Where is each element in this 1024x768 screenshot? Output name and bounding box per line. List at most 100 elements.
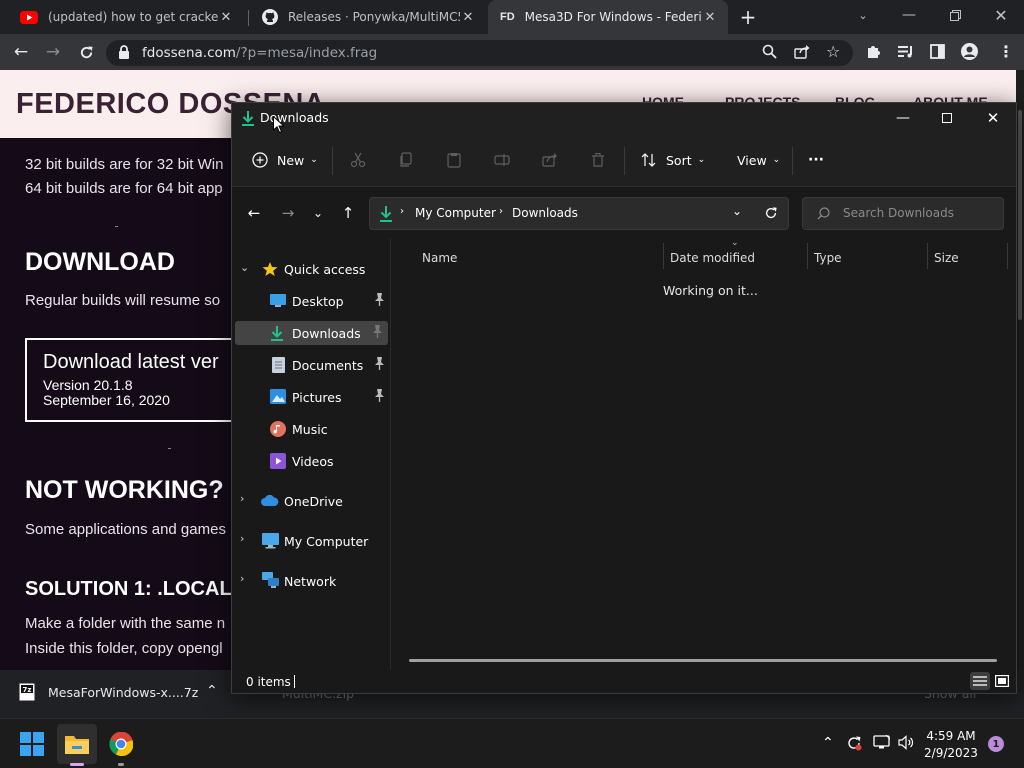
divider-dot xyxy=(168,448,171,449)
chevron-down-icon[interactable]: ⌄ xyxy=(240,261,249,274)
start-button[interactable] xyxy=(12,724,52,764)
restore-icon[interactable] xyxy=(932,0,978,30)
nav-music[interactable]: Music xyxy=(232,417,390,441)
nav-downloads[interactable]: Downloads xyxy=(235,321,388,345)
share-icon[interactable] xyxy=(794,44,810,59)
nav-videos[interactable]: Videos xyxy=(232,449,390,473)
chevron-up-icon[interactable]: ⌃ xyxy=(206,683,218,699)
column-header-date-modified[interactable]: Date modified xyxy=(670,247,755,269)
network-status-icon[interactable] xyxy=(873,735,890,750)
column-divider[interactable] xyxy=(663,243,664,269)
downloaded-file-name[interactable]: MesaForWindows-x....7z xyxy=(48,685,198,700)
column-divider[interactable] xyxy=(1007,243,1008,269)
nav-my-computer[interactable]: › My Computer xyxy=(232,529,390,553)
browser-tab-bar: (updated) how to get cracked mu ✕ Releas… xyxy=(0,0,1024,34)
nav-network[interactable]: › Network xyxy=(232,569,390,593)
close-icon[interactable]: ✕ xyxy=(460,10,476,25)
column-header-size[interactable]: Size xyxy=(934,247,959,269)
desktop-icon xyxy=(270,294,286,308)
tab-mesa3d[interactable]: FD Mesa3D For Windows - Federico ✕ xyxy=(488,0,728,34)
chevron-right-icon[interactable]: › xyxy=(240,492,244,505)
bookmark-star-icon[interactable]: ☆ xyxy=(826,42,840,61)
pictures-icon xyxy=(270,389,286,404)
more-menu-icon[interactable]: ⋮ xyxy=(998,42,1014,61)
pin-icon[interactable] xyxy=(374,357,385,370)
address-history-chevron-icon[interactable]: ⌄ xyxy=(732,204,742,218)
breadcrumb-my-computer[interactable]: My Computer xyxy=(415,206,496,220)
pin-icon[interactable] xyxy=(374,389,385,402)
forward-arrow-icon[interactable]: → xyxy=(276,203,300,223)
close-icon[interactable]: ✕ xyxy=(702,10,718,25)
cut-button[interactable] xyxy=(350,148,366,172)
clipboard-icon xyxy=(446,152,462,168)
nav-onedrive[interactable]: › OneDrive xyxy=(232,489,390,513)
share-button[interactable] xyxy=(542,148,558,172)
taskbar-chrome[interactable] xyxy=(101,724,141,764)
volume-icon[interactable] xyxy=(898,735,915,750)
pin-icon[interactable] xyxy=(374,293,385,306)
notification-badge[interactable]: 1 xyxy=(988,736,1004,752)
large-icons-view-button[interactable] xyxy=(992,672,1012,690)
column-divider[interactable] xyxy=(807,243,808,269)
delete-button[interactable] xyxy=(590,148,606,172)
horizontal-scrollbar[interactable] xyxy=(409,659,997,662)
refresh-icon[interactable] xyxy=(764,206,778,220)
maximize-icon[interactable] xyxy=(924,103,970,133)
tab-github[interactable]: Releases · Ponywka/MultiMC5-wi ✕ xyxy=(250,0,486,34)
tray-overflow-chevron-icon[interactable]: ⌃ xyxy=(822,735,834,751)
view-button[interactable]: View ⌄ xyxy=(737,148,780,172)
reload-icon[interactable] xyxy=(75,42,97,62)
close-window-icon[interactable]: ✕ xyxy=(978,0,1024,30)
download-latest-button[interactable]: Download latest ver Version 20.1.8 Septe… xyxy=(25,338,265,422)
sync-icon[interactable] xyxy=(846,735,862,751)
back-arrow-icon[interactable]: ← xyxy=(10,42,32,62)
tab-youtube[interactable]: (updated) how to get cracked mu ✕ xyxy=(8,0,244,34)
explorer-title-bar[interactable]: Downloads — ✕ xyxy=(232,103,1016,133)
chevron-right-icon[interactable]: › xyxy=(240,572,244,585)
file-list-pane: Name ⌄ Date modified Type Size Working o… xyxy=(391,238,1016,669)
new-button[interactable]: New ⌄ xyxy=(252,148,318,172)
back-arrow-icon[interactable]: ← xyxy=(242,203,266,223)
nav-pictures[interactable]: Pictures xyxy=(232,385,390,409)
page-scrollbar-thumb[interactable] xyxy=(1018,110,1022,320)
extensions-puzzle-icon[interactable] xyxy=(866,44,881,59)
close-icon[interactable]: ✕ xyxy=(218,10,234,25)
search-box[interactable] xyxy=(802,197,1004,230)
sort-button[interactable]: Sort ⌄ xyxy=(641,148,705,172)
text-32bit: 32 bit builds are for 32 bit Win xyxy=(25,156,224,173)
new-tab-button[interactable]: + xyxy=(737,5,759,29)
details-view-button[interactable] xyxy=(970,672,990,690)
up-arrow-icon[interactable]: ↑ xyxy=(336,203,360,223)
breadcrumb-downloads[interactable]: Downloads xyxy=(512,206,578,220)
clock-date: 2/9/2023 xyxy=(924,746,978,760)
chevron-right-icon[interactable]: › xyxy=(240,532,244,545)
search-input[interactable] xyxy=(843,206,993,220)
url-text[interactable]: fdossena.com/?p=mesa/index.frag xyxy=(142,45,377,61)
taskbar-file-explorer[interactable] xyxy=(57,724,97,764)
nav-quick-access[interactable]: ⌄ Quick access xyxy=(232,257,390,281)
minimize-icon[interactable]: — xyxy=(880,103,926,133)
nav-desktop[interactable]: Desktop xyxy=(232,289,390,313)
paste-button[interactable] xyxy=(446,148,462,172)
pin-icon[interactable] xyxy=(372,325,383,338)
lock-icon[interactable] xyxy=(118,45,130,59)
column-divider[interactable] xyxy=(927,243,928,269)
forward-arrow-icon[interactable]: → xyxy=(42,42,64,62)
more-options-icon[interactable]: ··· xyxy=(808,148,824,172)
column-header-name[interactable]: Name xyxy=(422,247,457,269)
tab-search-chevron-icon[interactable]: ⌄ xyxy=(840,0,886,30)
minimize-icon[interactable]: — xyxy=(886,0,932,30)
side-panel-icon[interactable] xyxy=(930,44,945,59)
close-window-icon[interactable]: ✕ xyxy=(970,103,1016,133)
column-header-type[interactable]: Type xyxy=(814,247,842,269)
recent-locations-chevron-icon[interactable]: ⌄ xyxy=(306,203,330,223)
system-clock[interactable]: 4:59 AM 2/9/2023 xyxy=(916,728,986,762)
profile-avatar-icon[interactable] xyxy=(961,43,978,60)
rename-button[interactable] xyxy=(494,148,510,172)
zoom-search-icon[interactable] xyxy=(762,44,777,59)
media-queue-icon[interactable] xyxy=(898,45,914,58)
copy-button[interactable] xyxy=(398,148,414,172)
youtube-icon xyxy=(20,10,38,24)
explorer-address-bar[interactable]: › My Computer › Downloads ⌄ xyxy=(369,197,789,230)
nav-documents[interactable]: Documents xyxy=(232,353,390,377)
